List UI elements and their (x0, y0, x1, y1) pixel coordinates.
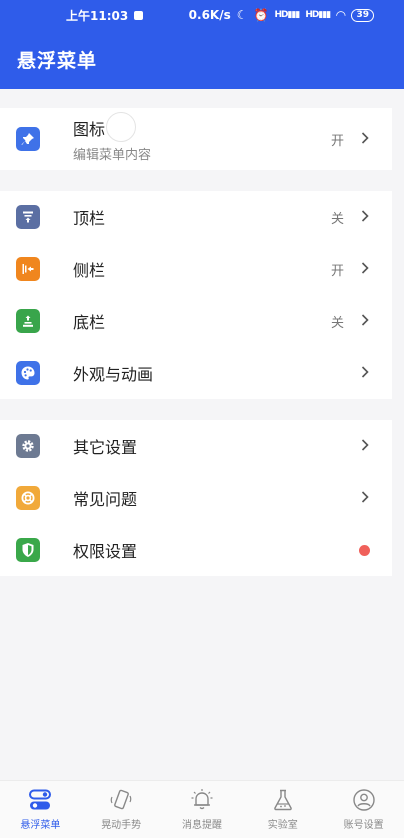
row-top-bar-label: 顶栏 (73, 209, 106, 228)
nav-label: 账号设置 (343, 820, 384, 831)
battery-icon: 39 (351, 8, 374, 22)
chevron-right-icon (360, 437, 370, 455)
row-faq-label: 常见问题 (73, 490, 138, 509)
chevron-right-icon (360, 364, 370, 382)
status-right: 0.6K/s ☾ ⏰ HD▮▮▮ HD▮▮▮ ◠ 39 (189, 8, 374, 22)
section-bars: 顶栏 关 侧栏 开 底栏 关 外观与动画 (0, 191, 392, 399)
notification-dot (359, 544, 370, 556)
wifi-icon: ◠ (336, 8, 346, 22)
chevron-right-icon (360, 130, 370, 148)
row-side-bar-status: 开 (330, 263, 344, 279)
section-settings: 其它设置 常见问题 权限设置 (0, 420, 392, 576)
chevron-right-icon (360, 312, 370, 330)
nav-account-settings[interactable]: 账号设置 (329, 788, 399, 831)
moon-icon: ☾ (236, 8, 248, 22)
signal-icon-2: HD▮▮▮ (305, 10, 331, 20)
status-bar: 上午11:03 0.6K/s ☾ ⏰ HD▮▮▮ HD▮▮▮ ◠ 39 (0, 0, 404, 30)
nav-shake-gesture[interactable]: 晃动手势 (86, 788, 156, 831)
row-bottom-bar[interactable]: 底栏 关 (0, 295, 392, 347)
bell-icon (189, 788, 215, 812)
side-bar-icon (16, 257, 40, 281)
account-icon (351, 788, 377, 812)
row-top-bar-status: 关 (330, 211, 344, 227)
row-appearance[interactable]: 外观与动画 (0, 347, 392, 399)
touch-ripple (106, 112, 136, 142)
gear-icon (16, 434, 40, 458)
chevron-right-icon (360, 489, 370, 507)
header: 上午11:03 0.6K/s ☾ ⏰ HD▮▮▮ HD▮▮▮ ◠ 39 悬浮菜单 (0, 0, 404, 89)
nav-lab[interactable]: 实验室 (248, 788, 318, 831)
notification-icon (134, 10, 144, 20)
row-bottom-bar-label: 底栏 (73, 313, 106, 332)
toggle-icon (27, 788, 53, 812)
chevron-right-icon (360, 260, 370, 278)
row-icon-subtitle: 编辑菜单内容 (73, 147, 152, 163)
row-side-bar[interactable]: 侧栏 开 (0, 243, 392, 295)
alarm-icon: ⏰ (253, 8, 269, 22)
row-other-settings[interactable]: 其它设置 (0, 420, 392, 472)
status-time: 上午11:03 (66, 7, 144, 24)
bottom-bar-icon (16, 309, 40, 333)
nav-label: 实验室 (267, 820, 298, 831)
row-appearance-label: 外观与动画 (73, 365, 154, 384)
flask-icon (270, 788, 296, 812)
clock-text: 上午11:03 (66, 8, 129, 23)
nav-floating-menu[interactable]: 悬浮菜单 (5, 788, 75, 831)
app-bar: 悬浮菜单 (0, 30, 404, 89)
row-other-settings-label: 其它设置 (73, 438, 138, 457)
pin-icon (16, 127, 40, 151)
row-permission-label: 权限设置 (73, 542, 138, 561)
shake-phone-icon (108, 788, 134, 812)
nav-label: 晃动手势 (101, 820, 142, 831)
signal-icon: HD▮▮▮ (274, 10, 300, 20)
row-faq[interactable]: 常见问题 (0, 472, 392, 524)
section-icon: 图标 编辑菜单内容 开 (0, 108, 392, 170)
chevron-right-icon (360, 208, 370, 226)
bottom-nav: 悬浮菜单 晃动手势 消息提醒 实验室 账号设置 (0, 780, 404, 838)
row-icon[interactable]: 图标 编辑菜单内容 开 (0, 108, 392, 170)
network-speed: 0.6K/s (188, 8, 231, 22)
lifebuoy-icon (16, 486, 40, 510)
row-top-bar[interactable]: 顶栏 关 (0, 191, 392, 243)
row-side-bar-label: 侧栏 (73, 261, 106, 280)
nav-label: 消息提醒 (181, 820, 222, 831)
shield-icon (16, 538, 40, 562)
row-permission[interactable]: 权限设置 (0, 524, 392, 576)
palette-icon (16, 361, 40, 385)
top-bar-icon (16, 205, 40, 229)
nav-notifications[interactable]: 消息提醒 (167, 788, 237, 831)
row-icon-status: 开 (330, 133, 344, 149)
page-title: 悬浮菜单 (17, 50, 98, 72)
nav-label: 悬浮菜单 (20, 820, 61, 831)
row-bottom-bar-status: 关 (330, 315, 344, 331)
